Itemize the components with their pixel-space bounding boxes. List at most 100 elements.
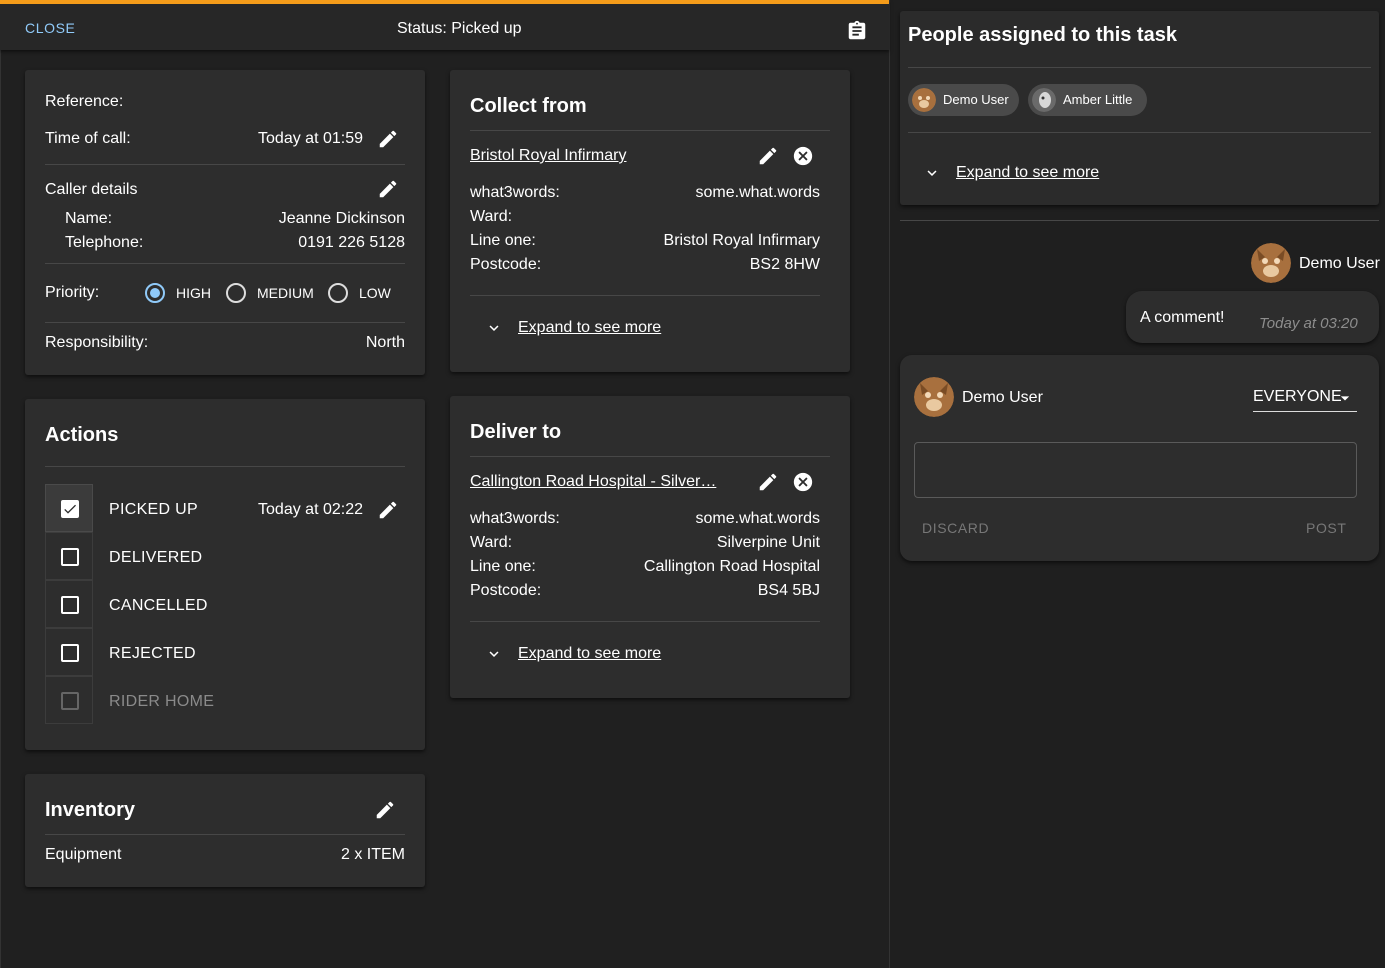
cancelled-checkbox[interactable] xyxy=(61,596,79,614)
priority-low-radio[interactable] xyxy=(328,283,348,303)
deliver-w3w-value: some.what.words xyxy=(695,510,821,527)
divider xyxy=(470,621,820,622)
assignee-chip[interactable]: Demo User xyxy=(908,84,1019,116)
caret-down-icon xyxy=(1340,396,1350,401)
collect-expand-link[interactable]: Expand to see more xyxy=(518,319,661,337)
priority-medium-radio[interactable] xyxy=(226,283,246,303)
priority-medium-label[interactable]: MEDIUM xyxy=(257,285,314,301)
edit-caller-details-icon[interactable] xyxy=(377,178,399,200)
priority-low-label[interactable]: LOW xyxy=(359,285,391,301)
comment-composer-card: Demo User EVERYONE DISCARD POST xyxy=(900,355,1379,561)
time-of-call-value: Today at 01:59 xyxy=(258,130,363,147)
divider xyxy=(908,132,1371,133)
task-details-card: Reference: Time of call: Today at 01:59 … xyxy=(25,70,425,375)
cat-avatar-icon xyxy=(914,377,954,417)
divider xyxy=(45,164,405,165)
collect-from-title: Collect from xyxy=(470,95,587,117)
actions-card: Actions PICKED UP Today at 02:22 DELIVER… xyxy=(25,399,425,750)
chevron-down-icon[interactable] xyxy=(485,319,503,337)
name-label: Name: xyxy=(65,210,113,227)
priority-label: Priority: xyxy=(45,284,100,301)
collect-ward-label: Ward: xyxy=(470,208,513,225)
discard-button[interactable]: DISCARD xyxy=(922,520,989,536)
check-icon xyxy=(64,504,76,514)
comment-text: A comment! xyxy=(1140,309,1225,326)
composer-author-name: Demo User xyxy=(962,389,1043,406)
cat-avatar-icon xyxy=(912,88,936,112)
name-value: Jeanne Dickinson xyxy=(278,210,405,227)
clear-collect-location-icon[interactable] xyxy=(792,145,814,167)
visibility-value: EVERYONE xyxy=(1253,388,1342,405)
inventory-card: Inventory Equipment 2 x ITEM xyxy=(25,774,425,887)
chevron-down-icon[interactable] xyxy=(485,645,503,663)
picked-up-checkbox[interactable] xyxy=(61,500,79,518)
action-checkbox-cell xyxy=(45,676,93,724)
deliver-ward-value: Silverpine Unit xyxy=(716,534,820,551)
cat-avatar-icon xyxy=(1251,243,1291,283)
deliver-to-card: Deliver to Callington Road Hospital - Si… xyxy=(450,396,850,698)
deliver-ward-label: Ward: xyxy=(470,534,513,551)
chevron-down-icon[interactable] xyxy=(923,164,941,182)
close-button[interactable]: CLOSE xyxy=(25,20,75,36)
collect-line-one-value: Bristol Royal Infirmary xyxy=(663,232,820,249)
deliver-location-link[interactable]: Callington Road Hospital - Silver… xyxy=(470,473,716,491)
reference-label: Reference: xyxy=(45,93,124,110)
action-checkbox-cell xyxy=(45,580,93,628)
assigned-title: People assigned to this task xyxy=(908,24,1177,46)
edit-inventory-icon[interactable] xyxy=(374,799,396,821)
delivered-checkbox[interactable] xyxy=(61,548,79,566)
caller-details-label: Caller details xyxy=(45,181,138,198)
time-of-call-label: Time of call: xyxy=(45,130,131,147)
divider xyxy=(470,456,830,457)
edit-collect-location-icon[interactable] xyxy=(757,145,779,167)
divider xyxy=(470,295,820,296)
collect-line-one-label: Line one: xyxy=(470,232,536,249)
action-checkbox-cell xyxy=(45,484,93,532)
deliver-line-one-label: Line one: xyxy=(470,558,536,575)
assigned-expand-link[interactable]: Expand to see more xyxy=(956,164,1099,182)
comment-time: Today at 03:20 xyxy=(1259,315,1358,332)
inventory-item-value: 2 x ITEM xyxy=(340,846,405,863)
deliver-w3w-label: what3words: xyxy=(470,510,560,527)
rejected-checkbox[interactable] xyxy=(61,644,79,662)
responsibility-value[interactable]: North xyxy=(366,334,405,352)
clear-deliver-location-icon[interactable] xyxy=(792,471,814,493)
collect-from-card: Collect from Bristol Royal Infirmary wha… xyxy=(450,70,850,372)
divider xyxy=(45,263,405,264)
divider xyxy=(45,466,405,467)
priority-high-radio[interactable] xyxy=(145,283,165,303)
responsibility-label: Responsibility: xyxy=(45,334,149,351)
collect-w3w-value: some.what.words xyxy=(695,184,821,201)
collect-w3w-label: what3words: xyxy=(470,184,560,201)
rider-home-checkbox xyxy=(61,692,79,710)
collect-postcode-value: BS2 8HW xyxy=(749,256,820,273)
clipboard-icon[interactable] xyxy=(846,20,868,42)
collect-location-link[interactable]: Bristol Royal Infirmary xyxy=(470,147,626,165)
delivered-label: DELIVERED xyxy=(109,549,203,566)
telephone-value: 0191 226 5128 xyxy=(298,234,405,251)
deliver-postcode-value: BS4 5BJ xyxy=(757,582,820,599)
rejected-label: REJECTED xyxy=(109,645,196,662)
deliver-to-title: Deliver to xyxy=(470,421,562,443)
visibility-select[interactable]: EVERYONE xyxy=(1253,386,1357,412)
action-checkbox-cell xyxy=(45,532,93,580)
edit-time-of-call-icon[interactable] xyxy=(377,128,399,150)
comment-author-avatar xyxy=(1251,243,1291,283)
edit-deliver-location-icon[interactable] xyxy=(757,471,779,493)
priority-high-label[interactable]: HIGH xyxy=(176,285,211,301)
picked-up-time: Today at 02:22 xyxy=(258,501,363,518)
post-button[interactable]: POST xyxy=(1306,520,1347,536)
telephone-label: Telephone: xyxy=(65,234,144,251)
deliver-line-one-value: Callington Road Hospital xyxy=(643,558,820,575)
divider xyxy=(908,67,1371,68)
divider xyxy=(45,322,405,323)
inventory-item-label: Equipment xyxy=(45,846,122,863)
cat-avatar-icon xyxy=(1032,88,1056,112)
assignee-chip[interactable]: Amber Little xyxy=(1028,84,1147,116)
deliver-expand-link[interactable]: Expand to see more xyxy=(518,645,661,663)
rider-home-label: RIDER HOME xyxy=(109,693,215,710)
comment-input[interactable] xyxy=(914,442,1357,498)
comment-author-name: Demo User xyxy=(1299,255,1380,272)
edit-picked-up-time-icon[interactable] xyxy=(377,499,399,521)
assignee-name: Demo User xyxy=(943,92,1009,107)
